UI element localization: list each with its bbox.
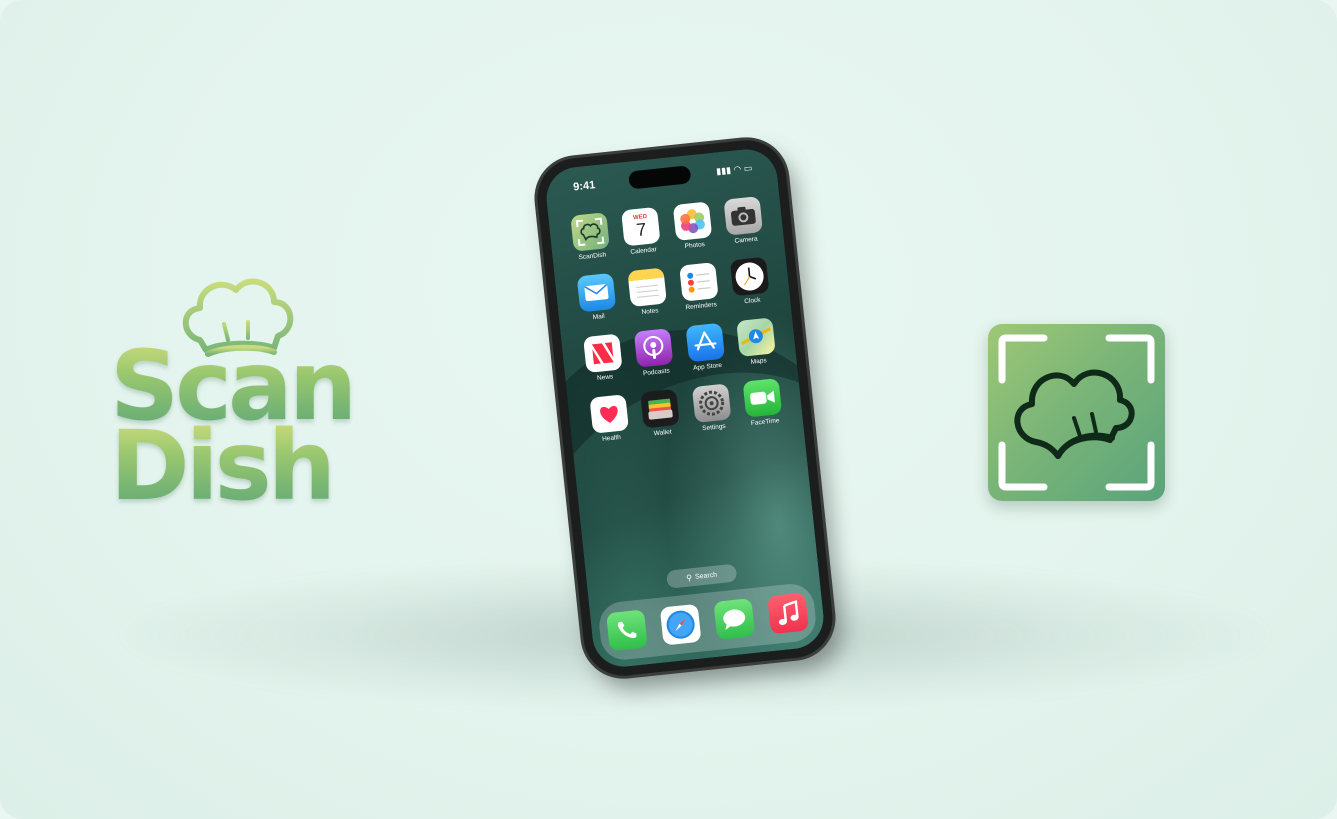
app-camera[interactable]: Camera [716, 195, 772, 246]
mockup-canvas: Scan Dish 9:41 ▮▮▮ ◠ ▭ ScanDish WED 7 Ca… [0, 0, 1337, 819]
app-photos[interactable]: Photos [665, 201, 721, 252]
safari-icon[interactable] [659, 603, 702, 646]
phone-icon[interactable] [606, 609, 648, 652]
phone-mockup: 9:41 ▮▮▮ ◠ ▭ ScanDish WED 7 Calendar Pho… [533, 136, 837, 680]
app-label: Clock [743, 296, 761, 306]
scandish-logo: Scan Dish [100, 270, 480, 514]
app-calendar[interactable]: WED 7 Calendar [614, 206, 670, 257]
wallet-icon [640, 388, 680, 429]
app-label: App Store [692, 361, 723, 372]
photos-icon [672, 201, 713, 242]
news-icon [582, 333, 623, 374]
messages-icon[interactable] [713, 598, 756, 640]
reminders-icon [678, 262, 719, 302]
app-label: Photos [684, 241, 706, 251]
clock-icon [730, 256, 770, 297]
search-label: Search [694, 571, 718, 581]
notes-icon [627, 267, 668, 308]
scandish-icon [570, 212, 610, 252]
app-label: Reminders [685, 301, 718, 312]
app-maps[interactable]: Maps [729, 317, 785, 368]
app-facetime[interactable]: FaceTime [735, 377, 791, 428]
app-app-store[interactable]: App Store [678, 322, 734, 373]
app-health[interactable]: Health [581, 393, 637, 444]
status-time: 9:41 [572, 179, 596, 194]
app-label: Camera [734, 235, 758, 245]
app-label: Podcasts [642, 367, 671, 378]
health-icon [589, 394, 629, 434]
mail-icon [576, 272, 616, 313]
music-icon[interactable] [767, 592, 809, 635]
app-label: Maps [750, 357, 768, 366]
facetime-icon [742, 378, 783, 418]
app-podcasts[interactable]: Podcasts [626, 327, 682, 378]
podcasts-icon [634, 328, 674, 368]
maps-icon [736, 317, 777, 357]
app-store-icon [685, 322, 725, 363]
app-label: Mail [592, 312, 606, 322]
app-label: Calendar [630, 246, 658, 256]
app-mail[interactable]: Mail [569, 272, 625, 323]
calendar-icon: WED 7 [621, 206, 661, 247]
app-news[interactable]: News [575, 333, 631, 384]
wordmark-dish: Dish [100, 418, 490, 514]
camera-icon [723, 196, 764, 236]
app-scandish[interactable]: ScanDish [562, 211, 618, 262]
phone-frame: 9:41 ▮▮▮ ◠ ▭ ScanDish WED 7 Calendar Pho… [533, 136, 837, 680]
dynamic-island [627, 165, 692, 190]
app-label: News [596, 373, 614, 383]
scandish-app-icon [988, 324, 1165, 501]
app-clock[interactable]: Clock [722, 256, 778, 307]
app-reminders[interactable]: Reminders [671, 261, 727, 312]
settings-icon [691, 383, 732, 423]
app-grid: ScanDish WED 7 Calendar Photos Camera Ma… [562, 195, 791, 444]
status-icons: ▮▮▮ ◠ ▭ [715, 162, 753, 177]
app-label: ScanDish [578, 251, 607, 262]
calendar-date: 7 [635, 219, 648, 241]
home-screen: 9:41 ▮▮▮ ◠ ▭ ScanDish WED 7 Calendar Pho… [543, 146, 827, 670]
app-wallet[interactable]: Wallet [633, 388, 689, 439]
search-icon: ⚲ [685, 572, 693, 583]
chef-hat-scan-icon [998, 334, 1155, 491]
app-notes[interactable]: Notes [620, 267, 676, 318]
app-label: Notes [641, 307, 659, 317]
app-settings[interactable]: Settings [684, 383, 740, 434]
